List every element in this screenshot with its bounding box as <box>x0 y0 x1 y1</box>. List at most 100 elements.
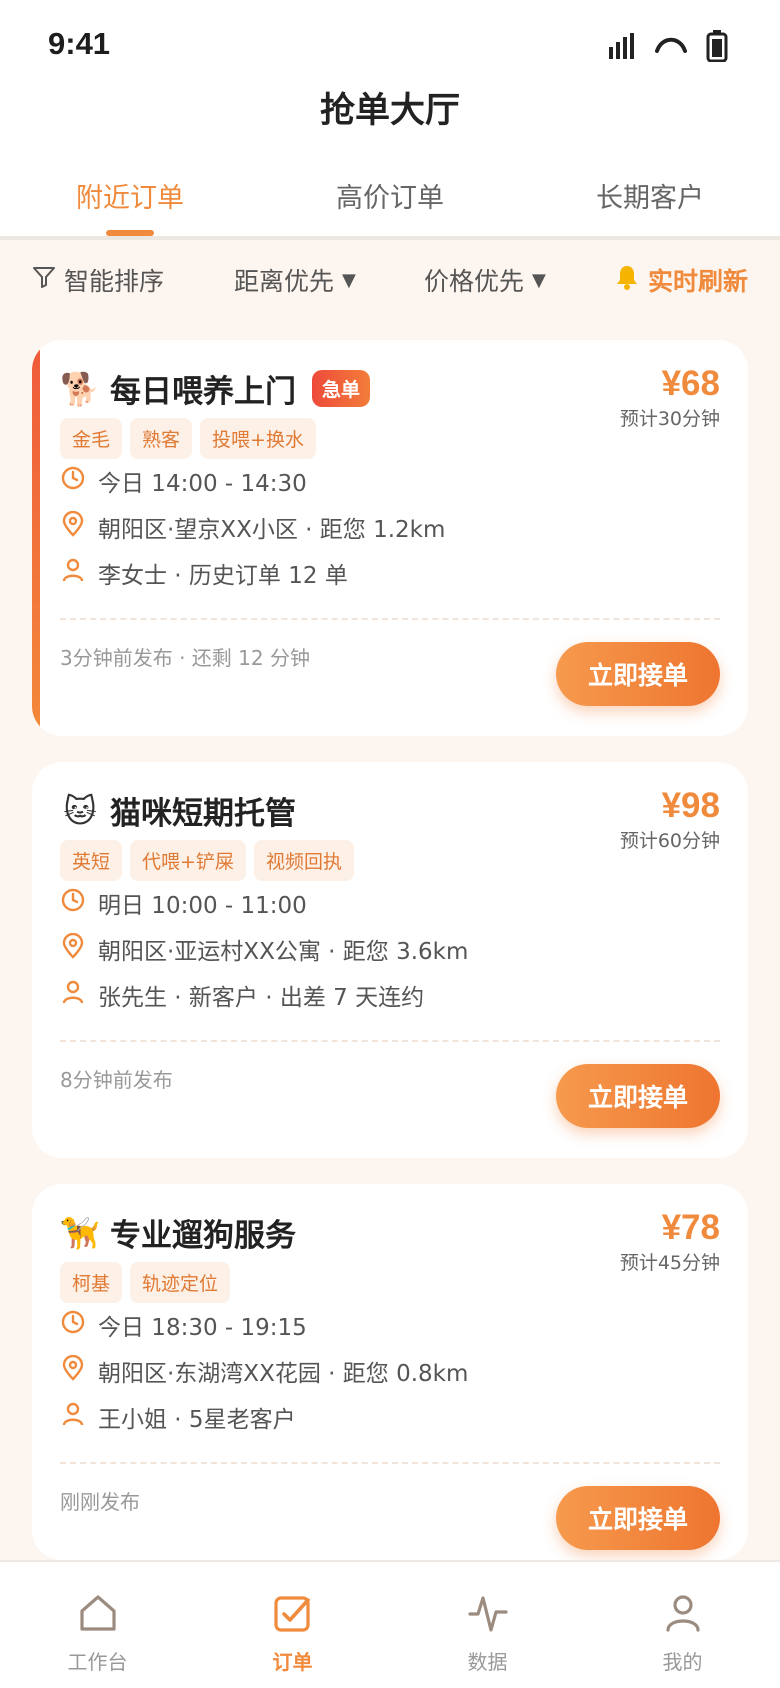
order-tag: 视频回执 <box>253 840 354 881</box>
order-price: ¥68 <box>661 364 720 403</box>
accept-order-button[interactable]: 立即接单 <box>556 1486 720 1550</box>
order-tabs: 附近订单 高价订单 长期客户 <box>0 170 780 238</box>
order-card[interactable]: 🐕 每日喂养上门 急单 ¥68 预计30分钟 金毛 熟客 投喂+换水 今日 14… <box>32 340 748 736</box>
order-posted: 8分钟前发布 <box>60 1068 173 1092</box>
card-divider <box>60 1462 720 1464</box>
location-pin-icon <box>60 510 86 543</box>
header: 9:41 抢单大厅 附近订单 高价订单 长期客户 <box>0 0 780 240</box>
order-title: 每日喂养上门 <box>110 374 296 410</box>
order-time-row: 明日 10:00 - 11:00 <box>60 886 307 920</box>
dog-icon: 🐕 <box>60 369 100 408</box>
nav-label: 数据 <box>467 1650 508 1674</box>
order-tags: 金毛 熟客 投喂+换水 <box>60 418 316 459</box>
order-location: 朝阳区·亚运村XX公寓 · 距您 3.6km <box>98 939 469 965</box>
smart-sort-filter[interactable]: 智能排序 <box>32 262 164 298</box>
cat-icon: 🐱 <box>63 791 97 830</box>
guide-dog-icon: 🦮 <box>60 1213 100 1252</box>
order-customer: 王小姐 · 5星老客户 <box>98 1407 296 1433</box>
clock-icon <box>60 465 86 497</box>
tab-high-price[interactable]: 高价订单 <box>260 170 520 238</box>
battery-icon <box>706 30 728 66</box>
order-location: 朝阳区·东湖湾XX花园 · 距您 0.8km <box>98 1361 469 1387</box>
order-time-row: 今日 18:30 - 19:15 <box>60 1308 307 1342</box>
smart-sort-label: 智能排序 <box>64 267 165 296</box>
status-time: 9:41 <box>48 26 111 61</box>
order-customer-row: 李女士 · 历史订单 12 单 <box>60 556 348 590</box>
order-time-row: 今日 14:00 - 14:30 <box>60 464 307 498</box>
order-customer: 李女士 · 历史订单 12 单 <box>98 563 348 589</box>
user-icon <box>662 1592 704 1638</box>
order-tags: 英短 代喂+铲屎 视频回执 <box>60 840 354 881</box>
order-tags: 柯基 轨迹定位 <box>60 1262 231 1303</box>
order-location: 朝阳区·望京XX小区 · 距您 1.2km <box>98 517 446 543</box>
nav-label: 工作台 <box>67 1650 128 1674</box>
card-divider <box>60 618 720 620</box>
price-priority-filter[interactable]: 价格优先 ▼ <box>424 262 546 298</box>
nav-item-data[interactable]: 数据 <box>390 1562 585 1688</box>
person-icon <box>60 979 86 1011</box>
order-tag: 柯基 <box>60 1262 123 1303</box>
order-tag: 轨迹定位 <box>130 1262 231 1303</box>
order-customer: 张先生 · 新客户 · 出差 7 天连约 <box>98 985 425 1011</box>
order-location-row: 朝阳区·望京XX小区 · 距您 1.2km <box>60 510 445 544</box>
accept-order-button[interactable]: 立即接单 <box>556 1064 720 1128</box>
signal-icon <box>608 33 636 63</box>
bottom-nav: 工作台 订单 数据 我的 <box>0 1560 780 1688</box>
filter-bar: 智能排序 距离优先 ▼ 价格优先 ▼ 实时刷新 <box>0 240 780 310</box>
order-location-row: 朝阳区·亚运村XX公寓 · 距您 3.6km <box>60 932 468 966</box>
accept-order-button[interactable]: 立即接单 <box>556 642 720 706</box>
realtime-refresh-label: 实时刷新 <box>648 267 749 296</box>
card-title-row: 🦮 专业遛狗服务 <box>60 1210 296 1255</box>
nav-item-profile[interactable]: 我的 <box>585 1562 780 1688</box>
order-price: ¥98 <box>661 786 720 825</box>
urgent-badge: 急单 <box>312 370 371 407</box>
home-icon <box>77 1592 119 1638</box>
order-card[interactable]: 🦮 专业遛狗服务 ¥78 预计45分钟 柯基 轨迹定位 今日 18:30 - 1… <box>32 1184 748 1560</box>
order-time: 明日 10:00 - 11:00 <box>98 893 307 919</box>
order-time: 今日 14:00 - 14:30 <box>98 471 307 497</box>
order-posted: 3分钟前发布 · 还剩 12 分钟 <box>60 646 310 670</box>
person-icon <box>60 1401 86 1433</box>
order-estimate: 预计30分钟 <box>619 408 720 430</box>
caret-down-icon: ▼ <box>532 269 546 291</box>
caret-down-icon: ▼ <box>342 269 356 291</box>
tab-long-term[interactable]: 长期客户 <box>520 170 780 238</box>
tab-nearby[interactable]: 附近订单 <box>0 170 260 238</box>
nav-item-orders[interactable]: 订单 <box>195 1562 390 1688</box>
order-tag: 熟客 <box>130 418 193 459</box>
distance-priority-label: 距离优先 <box>234 267 335 296</box>
realtime-refresh-toggle[interactable]: 实时刷新 <box>614 262 748 298</box>
nav-item-workbench[interactable]: 工作台 <box>0 1562 195 1688</box>
wifi-icon <box>654 34 688 62</box>
order-tag: 金毛 <box>60 418 123 459</box>
order-customer-row: 王小姐 · 5星老客户 <box>60 1400 296 1434</box>
card-divider <box>60 1040 720 1042</box>
status-icons <box>608 30 728 66</box>
nav-label: 我的 <box>662 1650 703 1674</box>
order-time: 今日 18:30 - 19:15 <box>98 1315 307 1341</box>
order-price: ¥78 <box>661 1208 720 1247</box>
order-location-row: 朝阳区·东湖湾XX花园 · 距您 0.8km <box>60 1354 468 1388</box>
order-tag: 代喂+铲屎 <box>130 840 246 881</box>
price-priority-label: 价格优先 <box>424 267 525 296</box>
order-check-icon <box>272 1592 314 1638</box>
card-title-row: 🐕 每日喂养上门 急单 <box>60 366 371 411</box>
clock-icon <box>60 887 86 919</box>
clock-icon <box>60 1309 86 1341</box>
chart-pulse-icon <box>467 1592 509 1638</box>
order-tag: 投喂+换水 <box>200 418 316 459</box>
person-icon <box>60 557 86 589</box>
location-pin-icon <box>60 1354 86 1387</box>
nav-label: 订单 <box>272 1650 313 1674</box>
distance-priority-filter[interactable]: 距离优先 ▼ <box>234 262 356 298</box>
bell-icon <box>614 264 640 296</box>
filter-icon <box>32 265 56 295</box>
order-posted: 刚刚发布 <box>60 1490 140 1514</box>
order-title: 专业遛狗服务 <box>110 1218 296 1254</box>
order-tag: 英短 <box>60 840 123 881</box>
order-estimate: 预计45分钟 <box>619 1252 720 1274</box>
page-title: 抢单大厅 <box>319 91 460 131</box>
location-pin-icon <box>60 932 86 965</box>
order-card[interactable]: 🐱 猫咪短期托管 ¥98 预计60分钟 英短 代喂+铲屎 视频回执 明日 10:… <box>32 762 748 1158</box>
status-bar: 9:41 <box>0 0 780 90</box>
